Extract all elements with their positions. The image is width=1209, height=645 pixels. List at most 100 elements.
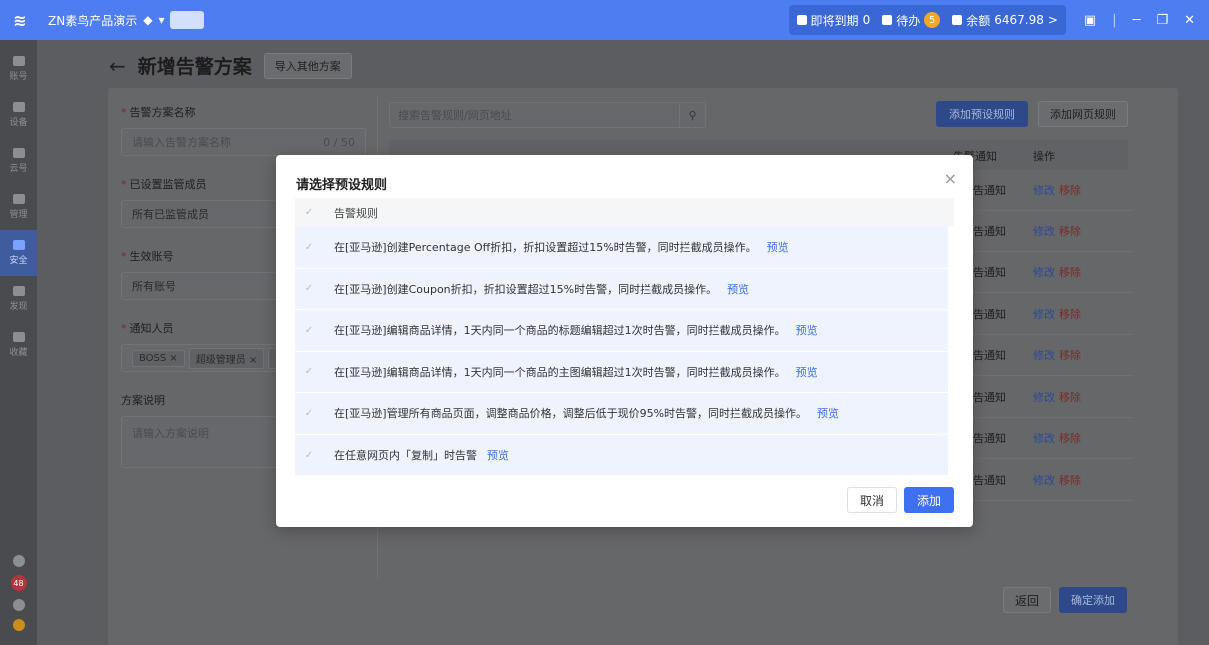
import-plan-button[interactable]: 导入其他方案	[263, 52, 352, 79]
notify-cell[interactable]: 告通知	[973, 472, 1033, 488]
plan-name-input[interactable]: 请输入告警方案名称 0 / 50	[121, 128, 366, 156]
list-item[interactable]: ✓ 在[亚马逊]编辑商品详情，1天内同一个商品的标题编辑超过1次时告警，同时拦截成…	[295, 310, 948, 352]
rules-list: ✓ 在[亚马逊]创建Percentage Off折扣，折扣设置超过15%时告警，同…	[295, 227, 948, 475]
confirm-add-button[interactable]: 确定添加	[1059, 587, 1127, 613]
remove-link[interactable]: 移除	[1059, 389, 1081, 405]
notify-cell[interactable]: 告通知	[973, 182, 1033, 198]
add-web-rule-button[interactable]: 添加网页规则	[1038, 101, 1128, 127]
add-button[interactable]: 添加	[904, 487, 954, 513]
sidebar-item-favorites[interactable]: 收藏	[0, 322, 37, 368]
rule-checkbox[interactable]: ✓	[303, 241, 315, 253]
edit-link[interactable]: 修改	[1033, 347, 1055, 363]
expiring-item[interactable]: 即将到期 0	[796, 12, 870, 29]
sidebar-label: 云号	[9, 164, 28, 174]
close-icon[interactable]: ×	[944, 169, 957, 188]
edit-link[interactable]: 修改	[1033, 430, 1055, 446]
members-label-text: 已设置监管成员	[129, 178, 207, 191]
list-item[interactable]: ✓ 在[亚马逊]创建Percentage Off折扣，折扣设置超过15%时告警，同…	[295, 227, 948, 269]
settings-sliders-icon[interactable]	[12, 555, 25, 567]
required-mark: *	[121, 178, 127, 191]
char-count: 0 / 50	[323, 135, 355, 149]
notification-badge[interactable]: 48	[10, 575, 27, 591]
minimize-icon[interactable]: ─	[1133, 13, 1141, 28]
remove-link[interactable]: 移除	[1059, 223, 1081, 239]
rule-checkbox[interactable]: ✓	[303, 366, 315, 378]
dialog-title: 请选择预设规则	[296, 178, 388, 193]
restore-icon[interactable]: ❐	[1156, 13, 1168, 28]
edit-link[interactable]: 修改	[1033, 223, 1055, 239]
todo-badge: 5	[924, 12, 941, 28]
tag-super-admin[interactable]: 超级管理员 ×	[188, 347, 265, 369]
remove-link[interactable]: 移除	[1059, 182, 1081, 198]
chevron-right-icon: >	[1047, 13, 1058, 27]
preview-link[interactable]: 预览	[796, 322, 818, 338]
device-icon	[12, 102, 25, 112]
table-row: 告通知 修改 移除	[973, 418, 1133, 459]
notify-cell[interactable]: 告通知	[973, 306, 1033, 322]
remove-link[interactable]: 移除	[1059, 306, 1081, 322]
table-row: 告通知 修改 移除	[973, 294, 1133, 335]
balance-value: 6467.98	[994, 13, 1044, 27]
todo-item[interactable]: 待办 5	[882, 12, 941, 29]
rule-checkbox[interactable]: ✓	[303, 283, 315, 295]
edit-link[interactable]: 修改	[1033, 472, 1055, 488]
sidebar-item-account[interactable]: 账号	[0, 46, 37, 92]
add-preset-rule-button[interactable]: 添加预设规则	[936, 101, 1028, 127]
divider: |	[1112, 12, 1117, 28]
edit-link[interactable]: 修改	[1033, 264, 1055, 280]
blurred-username	[170, 11, 205, 29]
sidebar-item-device[interactable]: 设备	[0, 92, 37, 138]
list-item[interactable]: ✓ 在[亚马逊]编辑商品详情，1天内同一个商品的主图编辑超过1次时告警，同时拦截成…	[295, 352, 948, 393]
help-icon[interactable]	[12, 619, 25, 631]
preview-link[interactable]: 预览	[727, 281, 749, 297]
org-name: ZN素鸟产品演示	[48, 13, 138, 28]
list-item[interactable]: ✓ 在[亚马逊]管理所有商品页面，调整商品价格，调整后低于现价95%时告警，同时拦…	[295, 393, 948, 435]
rule-search-input[interactable]: 搜索告警规则/网页地址 ⚲	[389, 102, 706, 128]
edit-link[interactable]: 修改	[1033, 306, 1055, 322]
back-arrow-icon[interactable]: ←	[109, 54, 126, 78]
preview-link[interactable]: 预览	[767, 239, 789, 255]
balance-item[interactable]: 余额 6467.98 >	[952, 12, 1058, 29]
sidebar-item-manage[interactable]: 管理	[0, 184, 37, 230]
star-icon	[12, 332, 25, 342]
rule-checkbox[interactable]: ✓	[303, 407, 315, 419]
sidebar-label: 设备	[9, 118, 28, 128]
edit-link[interactable]: 修改	[1033, 389, 1055, 405]
list-item[interactable]: ✓ 在任意网页内「复制」时告警 预览	[295, 435, 948, 477]
select-all-checkbox[interactable]: ✓	[303, 207, 315, 219]
preview-link[interactable]: 预览	[796, 364, 818, 380]
sidebar-item-security[interactable]: 安全	[0, 230, 37, 276]
notify-cell[interactable]: 告通知	[973, 347, 1033, 363]
title-bar: ≋ ZN素鸟产品演示 ◆ ▾ 即将到期 0 待办 5 余额 6467.98 >	[0, 0, 1209, 40]
search-icon[interactable]: ⚲	[679, 103, 705, 127]
notify-cell[interactable]: 告通知	[973, 389, 1033, 405]
edit-link[interactable]: 修改	[1033, 182, 1055, 198]
cancel-button[interactable]: 取消	[847, 487, 897, 513]
sidebar-item-discover[interactable]: 发现	[0, 276, 37, 322]
cloud-icon	[12, 148, 25, 158]
close-window-icon[interactable]: ✕	[1184, 13, 1195, 28]
app-logo-icon: ≋	[13, 10, 27, 30]
remove-link[interactable]: 移除	[1059, 347, 1081, 363]
notify-cell[interactable]: 告通知	[973, 264, 1033, 280]
user-card-icon[interactable]: ▣	[1084, 13, 1096, 28]
org-switcher[interactable]: ZN素鸟产品演示 ◆ ▾	[48, 11, 205, 29]
notify-cell[interactable]: 告通知	[973, 223, 1033, 239]
return-button[interactable]: 返回	[1003, 587, 1051, 613]
preview-link[interactable]: 预览	[817, 405, 839, 421]
notify-cell[interactable]: 告通知	[973, 430, 1033, 446]
header-label: 告警规则	[334, 206, 378, 220]
rule-text: 在[亚马逊]管理所有商品页面，调整商品价格，调整后低于现价95%时告警，同时拦截…	[334, 407, 808, 421]
rule-text: 在[亚马逊]创建Percentage Off折扣，折扣设置超过15%时告警，同时…	[334, 241, 757, 255]
remove-link[interactable]: 移除	[1059, 264, 1081, 280]
sidebar-item-cloud[interactable]: 云号	[0, 138, 37, 184]
remove-link[interactable]: 移除	[1059, 430, 1081, 446]
gear-icon[interactable]	[12, 599, 25, 611]
list-item[interactable]: ✓ 在[亚马逊]创建Coupon折扣，折扣设置超过15%时告警，同时拦截成员操作。…	[295, 269, 948, 310]
rule-checkbox[interactable]: ✓	[303, 324, 315, 336]
rule-checkbox[interactable]: ✓	[303, 449, 315, 461]
preview-link[interactable]: 预览	[487, 447, 509, 463]
remove-link[interactable]: 移除	[1059, 472, 1081, 488]
tag-boss[interactable]: BOSS ×	[132, 349, 185, 367]
discover-icon	[12, 286, 25, 296]
